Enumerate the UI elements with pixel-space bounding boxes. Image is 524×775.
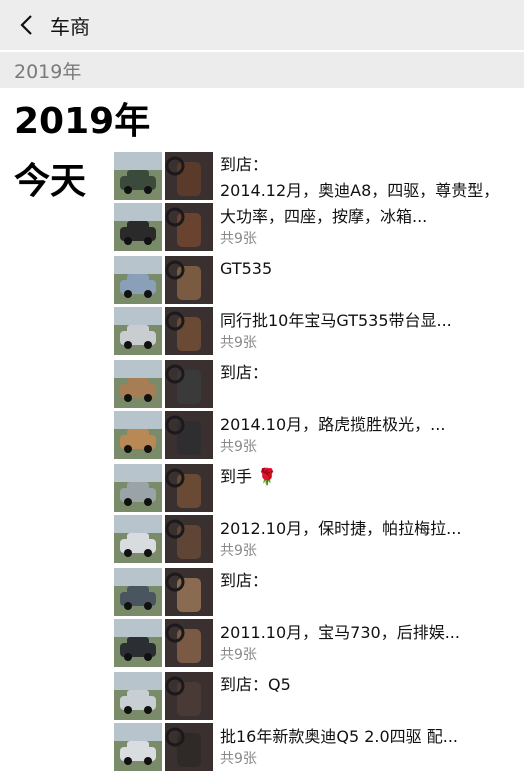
photo-count: 共9张: [220, 543, 257, 559]
thumbnail-grid: [114, 568, 213, 667]
post-description: 同行批10年宝马GT535带台显...: [220, 311, 452, 330]
car-photo-thumbnail: [114, 723, 162, 771]
post-title: 到店：: [220, 571, 269, 590]
thumbnail-grid: [114, 464, 213, 563]
photo-count: 共9张: [220, 335, 257, 351]
post-description: 2012.10月，保时捷，帕拉梅拉...: [220, 519, 462, 538]
moments-list: 到店： 2014.12月，奥迪A8，四驱，尊贵型，大功率，四座，按摩，冰箱...…: [114, 150, 514, 774]
post-title: 到手 🌹: [220, 467, 278, 486]
car-photo-thumbnail: [165, 360, 213, 408]
car-photo-thumbnail: [114, 360, 162, 408]
car-photo-thumbnail: [165, 672, 213, 720]
post-text: 到手 🌹 2012.10月，保时捷，帕拉梅拉...: [220, 464, 500, 542]
moment-post[interactable]: 到店： 2014.12月，奥迪A8，四驱，尊贵型，大功率，四座，按摩，冰箱...…: [114, 150, 514, 254]
car-photo-thumbnail: [165, 411, 213, 459]
car-photo-thumbnail: [114, 515, 162, 563]
post-description: 2014.12月，奥迪A8，四驱，尊贵型，大功率，四座，按摩，冰箱...: [220, 181, 500, 226]
moment-post[interactable]: 到店： 2011.10月，宝马730，后排娱... 共9张: [114, 566, 514, 670]
thumbnail-grid: [114, 360, 213, 459]
car-photo-thumbnail: [114, 464, 162, 512]
car-photo-thumbnail: [165, 464, 213, 512]
moment-post[interactable]: GT535 同行批10年宝马GT535带台显... 共9张: [114, 254, 514, 358]
moment-post[interactable]: 到店： 2014.10月，路虎揽胜极光，... 共9张: [114, 358, 514, 462]
car-photo-thumbnail: [165, 307, 213, 355]
car-photo-thumbnail: [114, 568, 162, 616]
moment-post[interactable]: 到手 🌹 2012.10月，保时捷，帕拉梅拉... 共9张: [114, 462, 514, 566]
photo-count: 共9张: [220, 751, 257, 767]
car-photo-thumbnail: [165, 568, 213, 616]
post-title: GT535: [220, 259, 273, 278]
moment-post[interactable]: 到店：Q5 批16年新款奥迪Q5 2.0四驱 配... 共9张: [114, 670, 514, 774]
thumbnail-grid: [114, 152, 213, 251]
photo-count: 共9张: [220, 231, 257, 247]
car-photo-thumbnail: [114, 672, 162, 720]
section-label: 2019年: [14, 60, 82, 83]
car-photo-thumbnail: [165, 515, 213, 563]
post-text: GT535 同行批10年宝马GT535带台显...: [220, 256, 500, 334]
post-description: 2014.10月，路虎揽胜极光，...: [220, 415, 446, 434]
nav-title: 车商: [50, 14, 90, 39]
car-photo-thumbnail: [114, 307, 162, 355]
post-description: 批16年新款奥迪Q5 2.0四驱 配...: [220, 727, 459, 746]
post-text: 到店： 2011.10月，宝马730，后排娱...: [220, 568, 500, 646]
photo-count: 共9张: [220, 439, 257, 455]
section-header: 2019年: [0, 52, 524, 88]
car-photo-thumbnail: [114, 256, 162, 304]
post-text: 到店： 2014.12月，奥迪A8，四驱，尊贵型，大功率，四座，按摩，冰箱...: [220, 152, 500, 230]
car-photo-thumbnail: [165, 619, 213, 667]
thumbnail-grid: [114, 672, 213, 771]
car-photo-thumbnail: [165, 256, 213, 304]
car-photo-thumbnail: [114, 411, 162, 459]
day-label: 今天: [14, 161, 87, 202]
car-photo-thumbnail: [165, 152, 213, 200]
post-text: 到店：Q5 批16年新款奥迪Q5 2.0四驱 配...: [220, 672, 500, 750]
car-photo-thumbnail: [114, 152, 162, 200]
year-heading: 2019年: [14, 101, 151, 142]
car-photo-thumbnail: [165, 723, 213, 771]
car-photo-thumbnail: [165, 203, 213, 251]
photo-count: 共9张: [220, 647, 257, 663]
nav-bar: 车商: [0, 0, 524, 50]
post-description: 2011.10月，宝马730，后排娱...: [220, 623, 460, 642]
post-title: 到店：: [220, 155, 269, 174]
car-photo-thumbnail: [114, 203, 162, 251]
post-title: 到店：Q5: [220, 675, 291, 694]
chevron-left-icon: [20, 15, 32, 35]
thumbnail-grid: [114, 256, 213, 355]
post-title: 到店：: [220, 363, 269, 382]
post-text: 到店： 2014.10月，路虎揽胜极光，...: [220, 360, 500, 438]
car-photo-thumbnail: [114, 619, 162, 667]
back-button[interactable]: [6, 0, 46, 50]
